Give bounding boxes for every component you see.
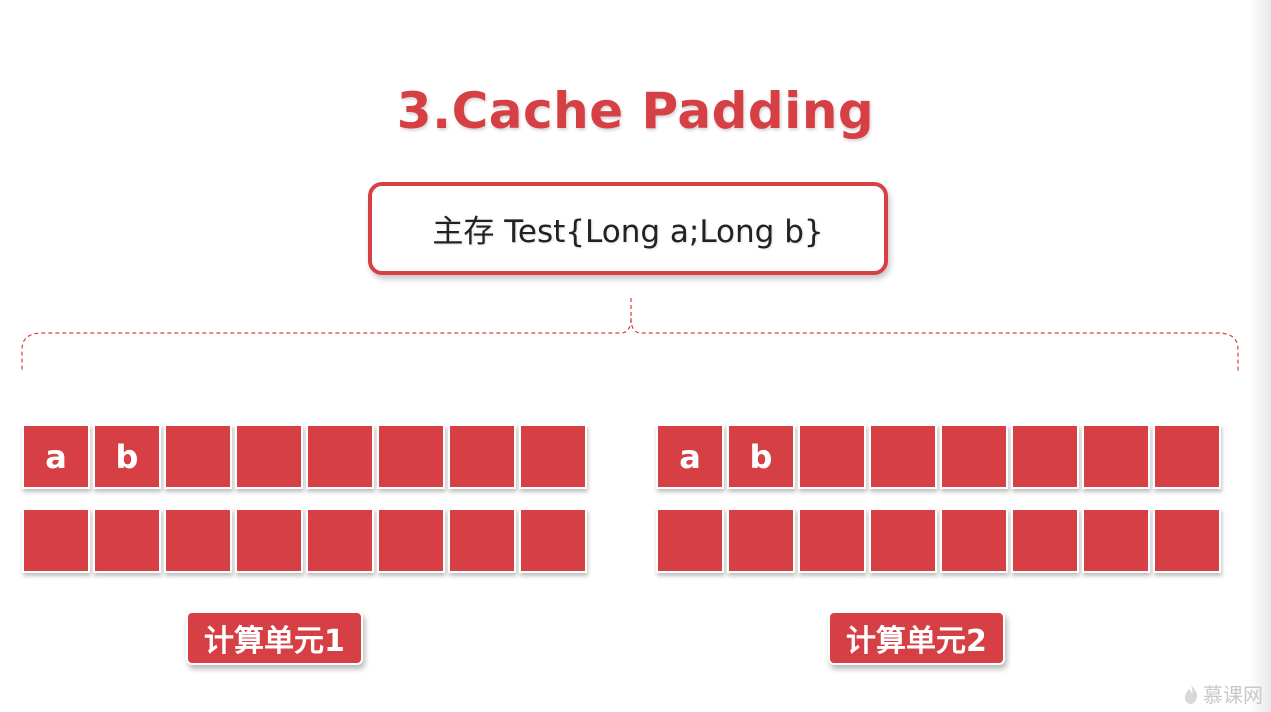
unit1-cell <box>377 424 445 489</box>
unit2-cache-line-1: a b <box>656 424 1221 489</box>
unit1-cell <box>448 424 516 489</box>
unit2-cache-line-2 <box>656 508 1221 573</box>
unit1-cell <box>306 424 374 489</box>
unit1-cell <box>519 424 587 489</box>
watermark-text: 慕课网 <box>1203 683 1263 707</box>
unit2-cell <box>727 508 795 573</box>
unit2-cell <box>1011 508 1079 573</box>
unit1-cache-line-1: a b <box>22 424 587 489</box>
flame-icon <box>1185 683 1198 704</box>
unit1-cell <box>235 424 303 489</box>
unit1-cell <box>448 508 516 573</box>
watermark: 慕课网 <box>1183 679 1263 708</box>
unit2-cell: a <box>656 424 724 489</box>
connector-bracket-path <box>21 298 1239 372</box>
unit1-cell <box>164 508 232 573</box>
unit2-cell <box>1082 508 1150 573</box>
unit2-cell <box>1153 424 1221 489</box>
unit2-cell <box>656 508 724 573</box>
unit1-cache-line-2 <box>22 508 587 573</box>
unit1-cell <box>306 508 374 573</box>
unit2-cell: b <box>727 424 795 489</box>
unit1-cell <box>164 424 232 489</box>
unit2-cell <box>798 424 866 489</box>
unit1-cell <box>93 508 161 573</box>
unit2-cell <box>940 424 1008 489</box>
unit1-cell <box>22 508 90 573</box>
unit1-cell: b <box>93 424 161 489</box>
compute-unit-1-label: 计算单元1 <box>186 611 363 665</box>
unit2-cell <box>1011 424 1079 489</box>
unit2-cell <box>869 424 937 489</box>
compute-unit-2-label: 计算单元2 <box>828 611 1005 665</box>
unit2-cell <box>940 508 1008 573</box>
unit1-cell <box>235 508 303 573</box>
unit2-cell <box>1082 424 1150 489</box>
unit1-cell: a <box>22 424 90 489</box>
unit2-cell <box>1153 508 1221 573</box>
unit2-cell <box>869 508 937 573</box>
unit2-cell <box>798 508 866 573</box>
unit1-cell <box>377 508 445 573</box>
unit1-cell <box>519 508 587 573</box>
connector-bracket <box>21 298 1239 372</box>
